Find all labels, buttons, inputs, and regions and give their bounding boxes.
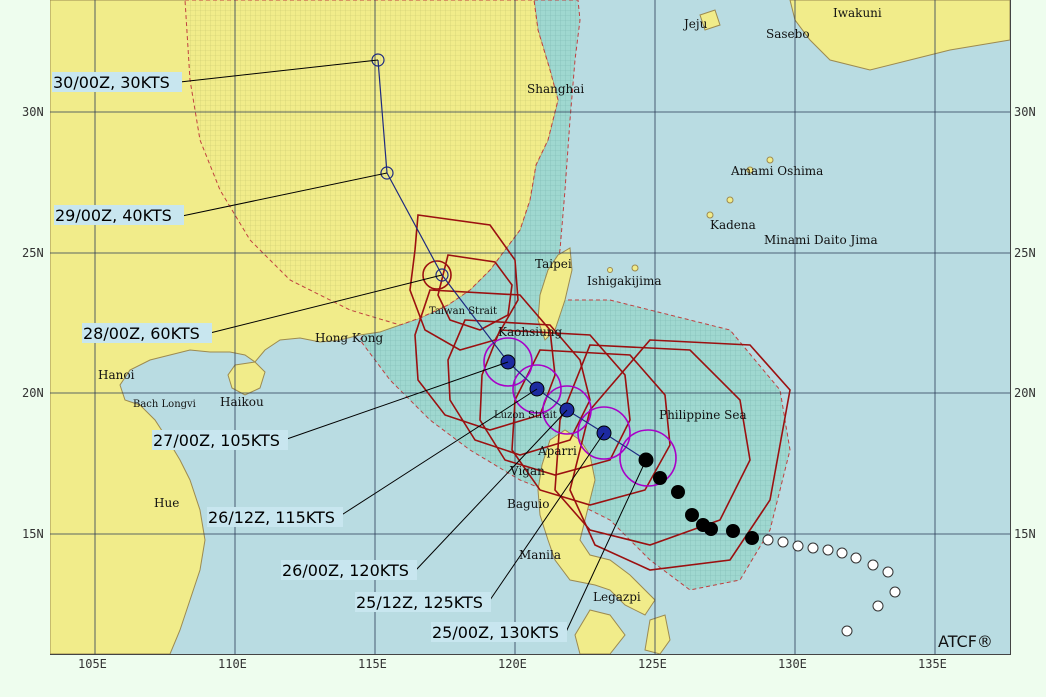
place-shanghai: Shanghai (527, 82, 584, 96)
place-bach-longvi: Bach Longvi (133, 399, 196, 410)
lat-label-30n-left: 30N (22, 105, 44, 119)
place-baguio: Baguio (507, 497, 549, 511)
place-sasebo: Sasebo (766, 27, 810, 41)
forecast-label-28-00z: 28/00Z, 60KTS (83, 324, 200, 343)
lat-label-20n-right: 20N (1014, 386, 1036, 400)
forecast-label-26-00z: 26/00Z, 120KTS (282, 561, 409, 580)
place-hue: Hue (154, 496, 179, 510)
place-jeju: Jeju (682, 17, 708, 31)
place-philippine-sea: Philippine Sea (659, 408, 747, 422)
lon-label-130e: 130E (778, 657, 807, 671)
place-aparri: Aparri (537, 444, 577, 458)
lon-label-105e: 105E (78, 657, 107, 671)
place-manila: Manila (519, 548, 561, 562)
lat-label-20n-left: 20N (22, 386, 44, 400)
place-minami-daito-jima: Minami Daito Jima (764, 233, 878, 247)
forecast-label-25-12z: 25/12Z, 125KTS (356, 593, 483, 612)
lat-label-15n-left: 15N (22, 527, 44, 541)
lon-label-115e: 115E (358, 657, 387, 671)
lat-label-30n-right: 30N (1014, 105, 1036, 119)
forecast-label-29-00z: 29/00Z, 40KTS (55, 206, 172, 225)
place-vigan: Vigan (509, 464, 545, 478)
lat-label-25n-right: 25N (1014, 246, 1036, 260)
place-haikou: Haikou (220, 395, 264, 409)
place-amami-oshima: Amami Oshima (730, 164, 823, 178)
lon-label-110e: 110E (218, 657, 247, 671)
lon-label-135e: 135E (918, 657, 947, 671)
lon-label-125e: 125E (638, 657, 667, 671)
map-canvas: Jeju Iwakuni Sasebo Shanghai Amami Oshim… (50, 0, 1010, 654)
place-taipei: Taipei (535, 257, 572, 271)
storm-track-map: Jeju Iwakuni Sasebo Shanghai Amami Oshim… (50, 0, 1011, 655)
place-iwakuni: Iwakuni (833, 6, 882, 20)
atcf-credit: ATCF® (938, 632, 993, 651)
place-legazpi: Legazpi (593, 590, 641, 604)
forecast-label-26-12z: 26/12Z, 115KTS (208, 508, 335, 527)
lat-label-25n-left: 25N (22, 246, 44, 260)
forecast-label-25-00z: 25/00Z, 130KTS (432, 623, 559, 642)
place-luzon-strait: Luzon Strait (494, 410, 557, 421)
forecast-label-30-00z: 30/00Z, 30KTS (53, 73, 170, 92)
lon-label-120e: 120E (498, 657, 527, 671)
place-kadena: Kadena (710, 218, 756, 232)
place-ishigakijima: Ishigakijima (587, 274, 662, 288)
place-taiwan-strait: Taiwan Strait (429, 306, 497, 317)
place-hong-kong: Hong Kong (315, 331, 384, 345)
forecast-label-27-00z: 27/00Z, 105KTS (153, 431, 280, 450)
place-kaohsiung: Kaohsiung (498, 325, 563, 339)
place-hanoi: Hanoi (98, 368, 135, 382)
lat-label-15n-right: 15N (1014, 527, 1036, 541)
